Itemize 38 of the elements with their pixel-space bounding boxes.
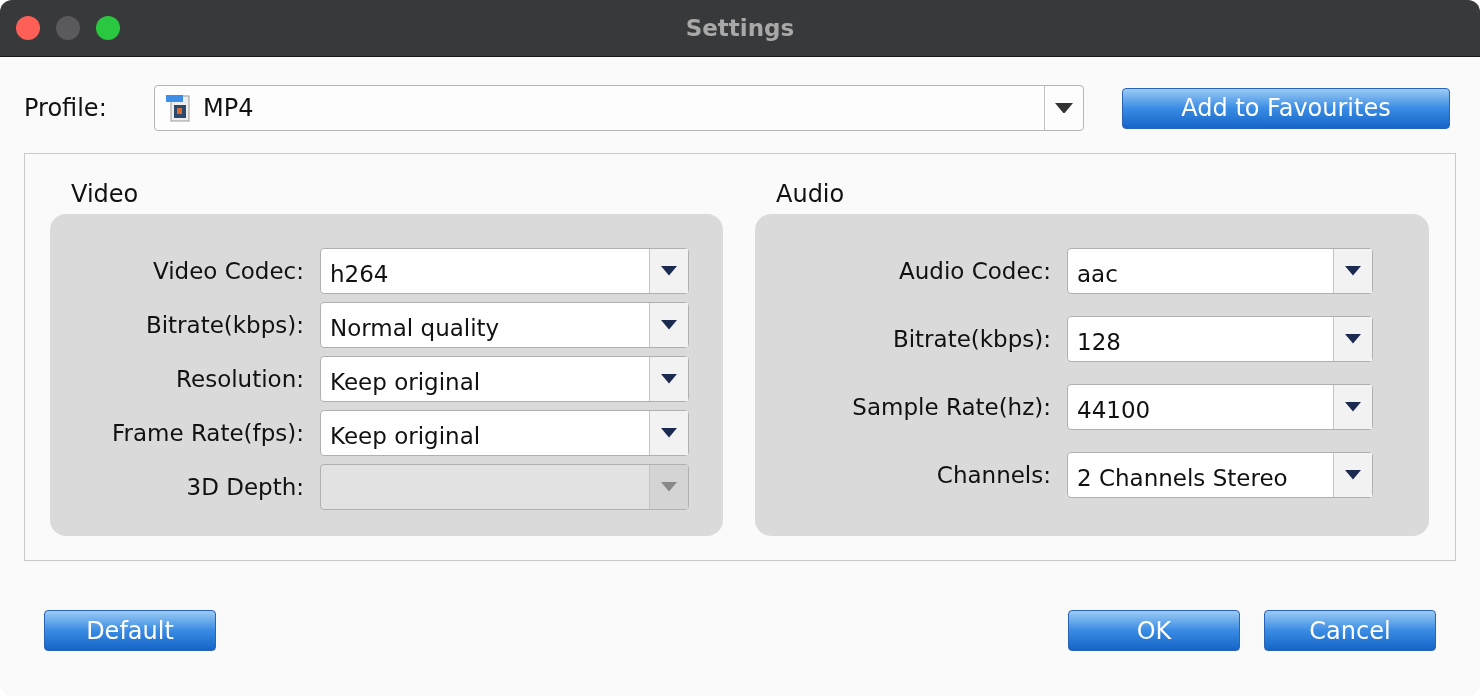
dialog-button[interactable]: Cancel bbox=[1264, 610, 1436, 651]
field-label: Bitrate(kbps): bbox=[891, 326, 1051, 352]
profile-dropdown[interactable]: MP4 bbox=[154, 85, 1084, 131]
default-button[interactable]: Default bbox=[44, 610, 216, 651]
section-title: Video bbox=[70, 180, 140, 210]
window-title: Settings bbox=[684, 15, 796, 41]
field-label: Resolution: bbox=[175, 366, 304, 392]
dropdown-arrow-icon bbox=[1055, 102, 1073, 114]
field-label: Bitrate(kbps): bbox=[144, 312, 304, 338]
dropdown[interactable]: Normal quality bbox=[320, 302, 689, 348]
field-label: Sample Rate(hz): bbox=[851, 394, 1051, 420]
dropdown-arrow-icon bbox=[1345, 470, 1361, 480]
dropdown-arrow-icon bbox=[661, 266, 677, 276]
dropdown-arrow-icon bbox=[1345, 402, 1361, 412]
dropdown-arrow-icon bbox=[661, 482, 677, 492]
dropdown[interactable]: Keep original bbox=[320, 356, 689, 402]
dropdown-arrow-icon bbox=[1345, 266, 1361, 276]
dropdown[interactable]: h264 bbox=[320, 248, 689, 294]
dropdown-arrow-icon bbox=[661, 374, 677, 384]
video-file-icon bbox=[165, 93, 193, 123]
zoom-icon[interactable] bbox=[96, 16, 120, 40]
dropdown[interactable]: 2 Channels Stereo bbox=[1067, 452, 1373, 498]
dropdown-arrow-icon bbox=[661, 320, 677, 330]
dropdown[interactable]: aac bbox=[1067, 248, 1373, 294]
add-to-favourites-button[interactable]: Add to Favourites bbox=[1122, 87, 1450, 129]
field-label: 3D Depth: bbox=[185, 474, 304, 500]
field-label: Channels: bbox=[935, 462, 1051, 488]
field-label: Frame Rate(fps): bbox=[110, 420, 304, 446]
dropdown-arrow-icon bbox=[1345, 334, 1361, 344]
profile-label: Profile: bbox=[24, 94, 108, 122]
close-icon[interactable] bbox=[16, 16, 40, 40]
field-label: Audio Codec: bbox=[898, 258, 1051, 284]
field-label: Video Codec: bbox=[151, 258, 304, 284]
section-title: Audio bbox=[775, 180, 846, 210]
dropdown-arrow-icon bbox=[661, 428, 677, 438]
dropdown[interactable]: 128 bbox=[1067, 316, 1373, 362]
dropdown[interactable]: 44100 bbox=[1067, 384, 1373, 430]
dropdown[interactable]: Keep original bbox=[320, 410, 689, 456]
